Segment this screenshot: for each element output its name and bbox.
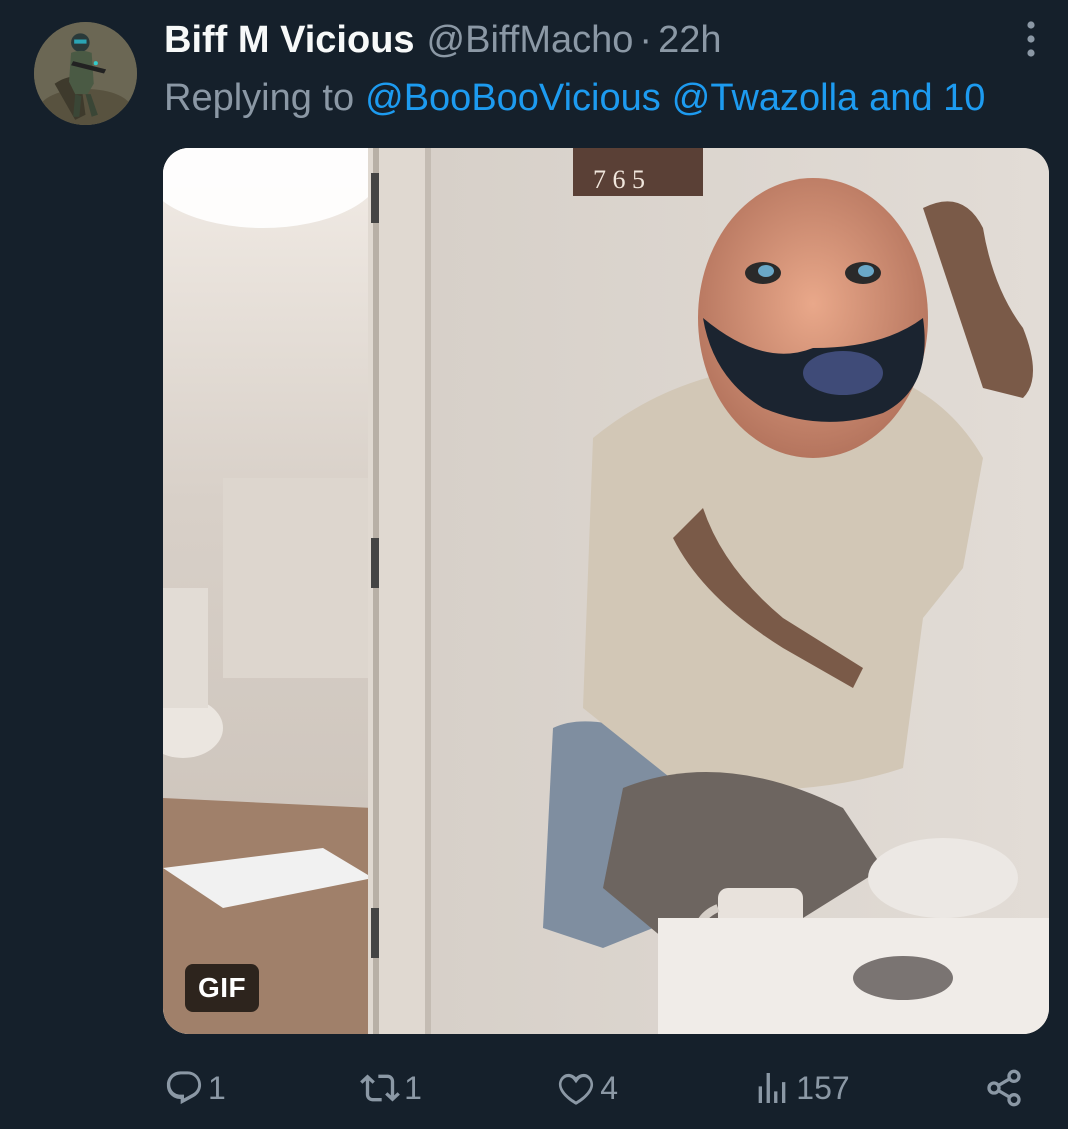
mention-others-link[interactable]: and 10 xyxy=(869,77,985,120)
reply-count: 1 xyxy=(208,1069,226,1106)
share-button[interactable] xyxy=(984,1068,1024,1108)
user-handle[interactable]: @BiffMacho xyxy=(427,19,634,62)
retweet-icon xyxy=(360,1074,400,1102)
mention-link[interactable]: @BooBooVicious xyxy=(365,77,661,120)
svg-text:7 6 5: 7 6 5 xyxy=(593,165,645,194)
tweet-actions: 1 1 4 157 xyxy=(164,1060,1024,1116)
more-options-icon[interactable] xyxy=(1016,16,1046,62)
display-name[interactable]: Biff M Vicious xyxy=(164,19,415,62)
like-button[interactable]: 4 xyxy=(556,1068,618,1108)
reply-icon xyxy=(166,1071,202,1105)
views-icon xyxy=(758,1073,786,1103)
tweet-header: Biff M Vicious @BiffMacho · 22h xyxy=(164,14,721,66)
gif-badge: GIF xyxy=(185,964,260,1012)
heart-icon xyxy=(559,1073,594,1105)
replying-to-line: Replying to @BooBooVicious @Twazolla and… xyxy=(164,72,1068,124)
retweet-count: 1 xyxy=(404,1069,422,1106)
timestamp[interactable]: 22h xyxy=(658,19,721,62)
separator-dot: · xyxy=(639,18,653,61)
like-count: 4 xyxy=(600,1069,618,1106)
reply-button[interactable]: 1 xyxy=(164,1068,226,1108)
gif-frame-image: 7 6 5 xyxy=(163,148,1049,1034)
tweet[interactable]: Biff M Vicious @BiffMacho · 22h Replying… xyxy=(0,0,1068,1129)
views-button[interactable]: 157 xyxy=(752,1068,850,1108)
views-count: 157 xyxy=(796,1069,850,1106)
mention-link[interactable]: @Twazolla xyxy=(672,77,858,120)
gif-media[interactable]: 7 6 5 GIF xyxy=(163,148,1049,1034)
retweet-button[interactable]: 1 xyxy=(360,1068,422,1108)
avatar[interactable] xyxy=(34,22,137,125)
replying-to-label: Replying to xyxy=(164,76,355,119)
avatar-image xyxy=(34,22,137,125)
share-icon xyxy=(987,1069,1021,1107)
